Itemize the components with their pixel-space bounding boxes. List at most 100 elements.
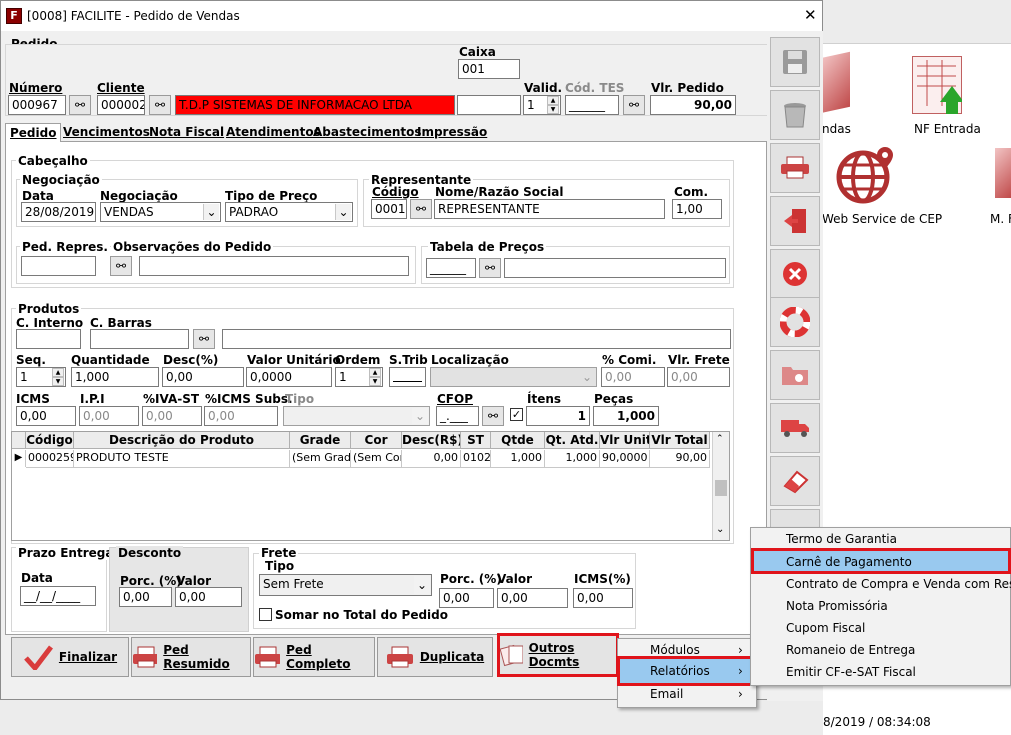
numero-field[interactable]: 000967: [8, 95, 66, 115]
desc-field[interactable]: 0,00: [162, 367, 244, 387]
grid-scrollbar[interactable]: ⌃ ⌄: [712, 432, 729, 540]
menu-item-carne-pagamento[interactable]: Carnê de Pagamento: [786, 551, 912, 573]
iva-st-field[interactable]: 0,00: [142, 406, 202, 426]
obs-search-button[interactable]: ⚯: [110, 256, 132, 276]
cod-tes-field[interactable]: ______: [565, 95, 619, 115]
scroll-thumb[interactable]: [715, 480, 727, 496]
tab-nota-fiscal[interactable]: Nota Fiscal: [145, 125, 228, 142]
table-row-vlr-total[interactable]: 90,00: [650, 450, 710, 467]
table-row-st[interactable]: 0102: [461, 450, 491, 467]
delete-button[interactable]: [770, 90, 820, 140]
menu-item-contrato[interactable]: Contrato de Compra e Venda com Reserva: [786, 573, 1011, 595]
table-row-qt-atd[interactable]: 1,000: [545, 450, 600, 467]
table-row-desc[interactable]: 0,00: [402, 450, 461, 467]
table-row-qtde[interactable]: 1,000: [491, 450, 545, 467]
numero-search-button[interactable]: ⚯: [69, 95, 91, 115]
grid-header-vlr-total[interactable]: Vlr Total: [650, 432, 710, 449]
ped-resumido-button[interactable]: Ped Resumido: [131, 637, 251, 677]
somar-total-checkbox[interactable]: [259, 608, 272, 621]
chevron-down-icon[interactable]: ⌄: [203, 204, 219, 220]
table-row-descricao[interactable]: PRODUTO TESTE: [74, 450, 290, 467]
web-service-cep-icon[interactable]: [835, 145, 895, 205]
tipo-select[interactable]: ⌄: [283, 406, 430, 426]
obs-field[interactable]: [139, 256, 409, 276]
cliente-extra-field[interactable]: [457, 95, 521, 115]
menu-item-termo-garantia[interactable]: Termo de Garantia: [786, 528, 897, 550]
frete-icms-field[interactable]: 0,00: [573, 588, 633, 608]
strib-field[interactable]: [389, 367, 426, 387]
com-field[interactable]: 1,00: [672, 199, 722, 219]
grid-header-cor[interactable]: Cor: [351, 432, 402, 449]
grid-header-desc-rs[interactable]: Desc(R$): [402, 432, 461, 449]
folder-button[interactable]: [770, 350, 820, 400]
grid-header-grade[interactable]: Grade: [290, 432, 351, 449]
vendas-desktop-icon[interactable]: [820, 51, 850, 114]
cancel-button[interactable]: [770, 249, 820, 299]
chevron-down-icon[interactable]: ⌄: [579, 369, 595, 385]
finalizar-button[interactable]: Finalizar: [11, 637, 129, 677]
menu-item-cfe-sat[interactable]: Emitir CF-e-SAT Fiscal: [786, 661, 916, 683]
eraser-button[interactable]: [770, 456, 820, 506]
chevron-down-icon[interactable]: ⌄: [414, 576, 430, 594]
tab-abastecimentos[interactable]: Abastecimentos: [309, 125, 426, 142]
produto-search-button[interactable]: ⚯: [193, 329, 215, 349]
negociacao-select[interactable]: VENDAS ⌄: [100, 202, 221, 222]
representante-codigo-field[interactable]: 0001: [371, 199, 407, 219]
localizacao-select[interactable]: ⌄: [430, 367, 597, 387]
ipi-field[interactable]: 0,00: [79, 406, 139, 426]
grid-header-qt-atd[interactable]: Qt. Atd.: [545, 432, 600, 449]
cliente-code-field[interactable]: 000002: [97, 95, 145, 115]
tab-vencimentos[interactable]: Vencimentos: [59, 125, 154, 142]
tabela-precos-name-field[interactable]: [504, 258, 726, 278]
menu-item-email[interactable]: Email: [650, 683, 683, 705]
ordem-spin[interactable]: ▲ ▼: [369, 368, 381, 386]
prazo-data-field[interactable]: __/__/____: [20, 586, 96, 606]
desconto-porc-field[interactable]: 0,00: [119, 587, 172, 607]
table-row-vlr-unit[interactable]: 90,0000: [600, 450, 650, 467]
ped-completo-button[interactable]: Ped Completo: [253, 637, 375, 677]
cfop-field[interactable]: _.___: [436, 406, 479, 426]
ped-repres-field[interactable]: [21, 256, 96, 276]
menu-item-cupom-fiscal[interactable]: Cupom Fiscal: [786, 617, 865, 639]
mf-desktop-icon[interactable]: [995, 148, 1011, 198]
cliente-search-button[interactable]: ⚯: [149, 95, 171, 115]
scroll-up-icon[interactable]: ⌃: [716, 434, 724, 444]
exit-button[interactable]: [770, 196, 820, 246]
tipo-preco-select[interactable]: PADRAO ⌄: [225, 202, 353, 222]
seq-spin[interactable]: ▲ ▼: [52, 368, 64, 386]
valid-spin[interactable]: ▲ ▼: [547, 96, 559, 114]
cod-tes-search-button[interactable]: ⚯: [623, 95, 645, 115]
duplicata-button[interactable]: Duplicata: [377, 637, 493, 677]
cfop-search-button[interactable]: ⚯: [482, 406, 504, 426]
tab-pedido[interactable]: Pedido: [5, 123, 62, 143]
grid-header-vlr-unit[interactable]: Vlr Unit: [600, 432, 650, 449]
c-barras-field[interactable]: [90, 329, 189, 349]
icms-field[interactable]: 0,00: [16, 406, 76, 426]
comi-field[interactable]: 0,00: [601, 367, 665, 387]
menu-item-relatorios[interactable]: Relatórios: [650, 660, 710, 682]
table-row-codigo[interactable]: 0000259: [26, 450, 74, 467]
nf-entrada-icon[interactable]: [912, 56, 962, 114]
cliente-name-field[interactable]: T.D.P SISTEMAS DE INFORMACAO LTDA: [175, 95, 455, 115]
help-button[interactable]: [770, 297, 820, 347]
tabela-precos-code-field[interactable]: ______: [426, 258, 476, 278]
representante-nome-field[interactable]: REPRESENTANTE: [434, 199, 665, 219]
grid-header-qtde[interactable]: Qtde: [491, 432, 545, 449]
tabela-precos-search-button[interactable]: ⚯: [479, 258, 501, 278]
outros-docmts-button[interactable]: Outros Docmts: [497, 633, 619, 677]
frete-porc-field[interactable]: 0,00: [439, 588, 494, 608]
desconto-valor-field[interactable]: 0,00: [175, 587, 242, 607]
tab-impressao[interactable]: Impressão: [413, 125, 491, 142]
print-button[interactable]: [770, 143, 820, 193]
table-row-cor[interactable]: (Sem Cor): [351, 450, 402, 467]
chevron-down-icon[interactable]: ⌄: [335, 204, 351, 220]
produto-descricao-field[interactable]: [222, 329, 731, 349]
quantidade-field[interactable]: 1,000: [71, 367, 159, 387]
scroll-down-icon[interactable]: ⌄: [716, 524, 724, 535]
frete-tipo-select[interactable]: Sem Frete ⌄: [259, 574, 432, 596]
itens-checkbox[interactable]: ✓: [510, 408, 523, 421]
icms-subs-field[interactable]: 0,00: [204, 406, 278, 426]
frete-valor-field[interactable]: 0,00: [497, 588, 568, 608]
c-interno-field[interactable]: [16, 329, 81, 349]
truck-button[interactable]: [770, 403, 820, 453]
